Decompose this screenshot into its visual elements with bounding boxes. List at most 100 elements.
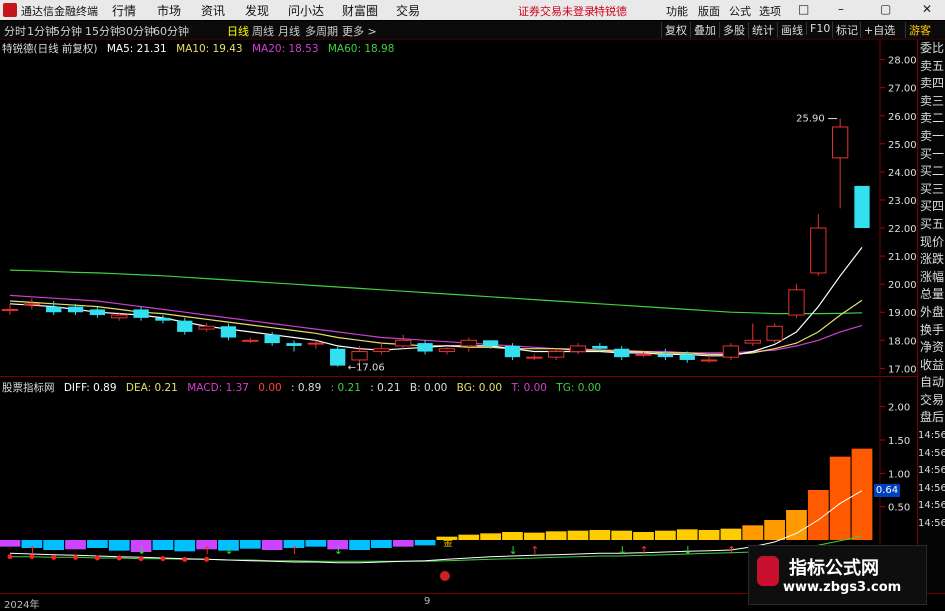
tongji-button[interactable]: 统计: [748, 22, 774, 38]
menu-item-shichang[interactable]: 市场: [157, 2, 181, 19]
restore-icon[interactable]: □: [798, 2, 809, 16]
biaoji-button[interactable]: 标记: [832, 22, 858, 38]
sidebar-item[interactable]: 卖三: [918, 93, 945, 111]
guest-button[interactable]: 游客: [905, 22, 931, 38]
menu-item-zixun[interactable]: 资讯: [201, 2, 225, 19]
candle-body-up: [526, 356, 543, 359]
signal-dot: [73, 554, 79, 560]
menu-item-hangqing[interactable]: 行情: [112, 2, 136, 19]
sidebar-item[interactable]: 买四: [918, 198, 945, 216]
period-weekly[interactable]: 周线: [252, 23, 274, 39]
login-notice[interactable]: 证券交易未登录: [518, 3, 595, 19]
sidebar-item[interactable]: 收益: [918, 357, 945, 375]
candle-body-down: [679, 354, 695, 360]
sidebar-item[interactable]: 买一: [918, 146, 945, 164]
period-1min[interactable]: 1分钟: [27, 23, 56, 39]
menu-item-xuanxiang[interactable]: 选项: [759, 3, 781, 19]
candle-body-down: [89, 309, 106, 316]
sidebar-item[interactable]: 14:56: [918, 480, 945, 498]
period-60min[interactable]: 60分钟: [153, 23, 189, 39]
period-fenshi[interactable]: 分时: [4, 23, 26, 39]
ind-tick-label: 0.50: [888, 503, 910, 514]
sidebar-item[interactable]: 净资: [918, 339, 945, 357]
candle-body-down: [264, 334, 280, 344]
diejia-button[interactable]: 叠加: [690, 22, 716, 38]
period-more[interactable]: 更多 >: [342, 23, 377, 39]
signal-dot: [182, 556, 188, 562]
sidebar-item[interactable]: 卖四: [918, 75, 945, 93]
macd-bar-up: [786, 510, 807, 540]
period-15min[interactable]: 15分钟: [85, 23, 121, 39]
period-daily[interactable]: 日线: [227, 23, 249, 39]
candle-body-down: [67, 306, 84, 313]
pane-separator: [0, 376, 917, 377]
sidebar-item[interactable]: 卖一: [918, 128, 945, 146]
candle-body-up: [198, 325, 215, 330]
sidebar-item[interactable]: 14:56: [918, 427, 945, 445]
period-5min[interactable]: 5分钟: [53, 23, 82, 39]
sidebar-item[interactable]: 交易: [918, 392, 945, 410]
duogu-button[interactable]: 多股: [719, 22, 745, 38]
menu-item-gongneng[interactable]: 功能: [666, 3, 688, 19]
menu-item-faxian[interactable]: 发现: [245, 2, 269, 19]
sidebar-item[interactable]: 外盘: [918, 304, 945, 322]
menu-item-wenxiaoda[interactable]: 问小达: [288, 2, 324, 19]
price-chart[interactable]: 28.00 27.00 26.00 25.00 24.00 23.00 22.00 21.00…: [0, 40, 917, 375]
candle-body-down: [482, 340, 499, 346]
period-30min[interactable]: 30分钟: [119, 23, 155, 39]
menu-bar: 通达信金融终端 行情 市场 资讯 发现 问小达 财富圈 交易 证券交易未登录 特…: [0, 0, 945, 20]
macd-bar-up: [764, 520, 785, 540]
candle-body-up: [111, 314, 128, 319]
menu-item-gongshi[interactable]: 公式: [729, 3, 751, 19]
huaxian-button[interactable]: 画线: [777, 22, 803, 38]
sidebar-item[interactable]: 14:56: [918, 515, 945, 533]
macd-bar-up: [633, 532, 654, 540]
sidebar-item[interactable]: 卖五: [918, 58, 945, 76]
stock-name-title: 特锐德: [594, 5, 627, 18]
macd-bar-up: [655, 530, 676, 540]
period-toolbar: 分时 1分钟 5分钟 15分钟 30分钟 60分钟 日线 周线 月线 多周期 更…: [0, 21, 945, 40]
minimize-icon[interactable]: –: [838, 2, 844, 16]
maximize-icon[interactable]: ▢: [880, 2, 891, 16]
sidebar-item[interactable]: 现价: [918, 234, 945, 252]
candle-body-up: [788, 289, 805, 316]
sidebar-item[interactable]: 委比: [918, 40, 945, 58]
candle-body-down: [592, 345, 608, 349]
sidebar-item[interactable]: 买五: [918, 216, 945, 234]
sidebar-item[interactable]: 涨跌: [918, 251, 945, 269]
sidebar-item[interactable]: 14:56: [918, 462, 945, 480]
sidebar-item[interactable]: 盘后: [918, 409, 945, 427]
macd-bar-up: [458, 534, 480, 540]
menu-item-banmian[interactable]: 版面: [698, 3, 720, 19]
macd-bar-up: [742, 525, 764, 540]
sidebar-item[interactable]: 买二: [918, 163, 945, 181]
sidebar-item[interactable]: 换手: [918, 322, 945, 340]
signal-dot: [94, 555, 100, 561]
up-arrow-icon: ↑: [203, 544, 212, 557]
candle-body-up: [832, 126, 849, 159]
menu-item-jiaoyi[interactable]: 交易: [396, 2, 420, 19]
sidebar-item[interactable]: 14:56: [918, 497, 945, 515]
sidebar-item[interactable]: 买三: [918, 181, 945, 199]
add-watchlist-button[interactable]: +自选: [860, 22, 895, 38]
signal-dot: [51, 554, 57, 560]
period-multi[interactable]: 多周期: [305, 23, 338, 39]
down-arrow-icon: ↓: [508, 544, 517, 557]
period-monthly[interactable]: 月线: [278, 23, 300, 39]
ma5-line: [9, 247, 863, 357]
up-arrow-icon: ↑: [530, 544, 539, 557]
fuquan-button[interactable]: 复权: [661, 22, 687, 38]
macd-bar-down: [0, 540, 21, 547]
macd-bar-up: [502, 532, 523, 540]
date-month-label: 9: [424, 596, 431, 607]
up-arrow-icon: ↑: [290, 544, 299, 557]
f10-button[interactable]: F10: [806, 22, 830, 35]
candle-body-up: [700, 359, 718, 362]
sidebar-item[interactable]: 14:56: [918, 445, 945, 463]
sidebar-item[interactable]: 卖二: [918, 110, 945, 128]
sidebar-item[interactable]: 自动: [918, 374, 945, 392]
close-icon[interactable]: ✕: [922, 2, 932, 16]
menu-item-caifuquan[interactable]: 财富圈: [342, 2, 378, 19]
sidebar-item[interactable]: 总量: [918, 286, 945, 304]
sidebar-item[interactable]: 涨幅: [918, 269, 945, 287]
